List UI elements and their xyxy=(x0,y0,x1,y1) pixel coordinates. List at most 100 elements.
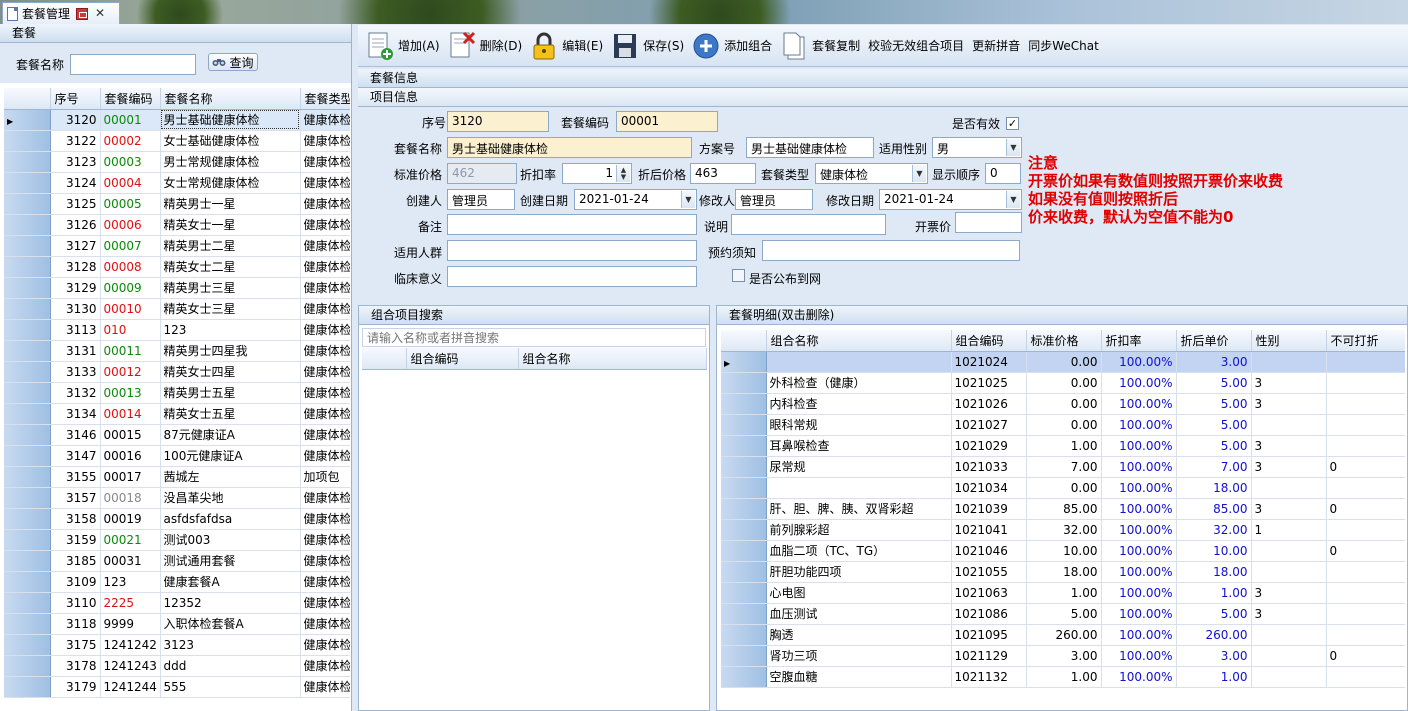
seq-cell[interactable]: 3133 xyxy=(50,361,101,383)
valid-checkbox[interactable]: ✓ xyxy=(1006,117,1019,130)
unit-price-cell[interactable]: 3.00 xyxy=(1176,351,1252,373)
sex-cell[interactable] xyxy=(1251,477,1327,499)
seq-cell[interactable]: 3155 xyxy=(50,466,101,488)
table-row[interactable]: 3129 00009 精英男士三星 健康体检 xyxy=(4,277,350,299)
booking-notice-field[interactable] xyxy=(762,240,1020,261)
row-indicator[interactable] xyxy=(721,561,767,583)
type-cell[interactable]: 健康体检 xyxy=(300,235,350,257)
row-indicator[interactable] xyxy=(721,645,767,667)
seq-cell[interactable]: 3110 xyxy=(50,592,101,614)
sex-cell[interactable] xyxy=(1251,624,1327,646)
table-row[interactable]: 3130 00010 精英女士三星 健康体检 xyxy=(4,298,350,320)
std-price-cell[interactable]: 1.00 xyxy=(1026,435,1102,457)
no-discount-cell[interactable] xyxy=(1326,393,1405,415)
name-cell[interactable]: 精英男士四星我 xyxy=(160,340,301,362)
combo-name-cell[interactable] xyxy=(766,477,952,499)
row-indicator[interactable] xyxy=(4,445,51,467)
sex-cell[interactable] xyxy=(1251,645,1327,667)
seq-cell[interactable]: 3175 xyxy=(50,634,101,656)
combo-code-cell[interactable]: 1021039 xyxy=(951,498,1027,520)
edit-button[interactable]: 编辑(E) xyxy=(530,28,603,64)
type-select[interactable]: 健康体检 ▼ xyxy=(815,163,928,184)
discount-rate-cell[interactable]: 100.00% xyxy=(1101,477,1177,499)
table-row[interactable]: 3118 9999 入职体检套餐A 健康体检 xyxy=(4,613,350,635)
seq-cell[interactable]: 3124 xyxy=(50,172,101,194)
row-indicator[interactable] xyxy=(4,634,51,656)
type-cell[interactable]: 健康体检 xyxy=(300,613,350,635)
column-header[interactable]: 套餐类型 xyxy=(300,88,350,110)
std-price-cell[interactable]: 18.00 xyxy=(1026,561,1102,583)
unit-price-cell[interactable]: 85.00 xyxy=(1176,498,1252,520)
row-indicator[interactable] xyxy=(721,624,767,646)
type-cell[interactable]: 健康体检 xyxy=(300,634,350,656)
table-row[interactable]: ▶ 3120 00001 男士基础健康体检 健康体检 xyxy=(4,109,350,131)
close-icon[interactable]: ✕ xyxy=(94,7,106,20)
unit-price-cell[interactable]: 1.00 xyxy=(1176,666,1252,688)
table-row[interactable]: 3133 00012 精英女士四星 健康体检 xyxy=(4,361,350,383)
unit-price-cell[interactable]: 7.00 xyxy=(1176,456,1252,478)
row-indicator[interactable] xyxy=(4,193,51,215)
sex-cell[interactable] xyxy=(1251,414,1327,436)
table-row[interactable]: 眼科常规 1021027 0.00 100.00% 5.00 xyxy=(721,414,1405,436)
code-cell[interactable]: 00012 xyxy=(100,361,161,383)
row-indicator[interactable] xyxy=(721,603,767,625)
code-cell[interactable]: 00003 xyxy=(100,151,161,173)
unit-price-cell[interactable]: 260.00 xyxy=(1176,624,1252,646)
combo-code-cell[interactable]: 1021063 xyxy=(951,582,1027,604)
table-row[interactable]: 胸透 1021095 260.00 100.00% 260.00 xyxy=(721,624,1405,646)
type-cell[interactable]: 健康体检 xyxy=(300,130,350,152)
column-header[interactable]: 套餐编码 xyxy=(100,88,161,110)
combo-code-cell[interactable]: 1021046 xyxy=(951,540,1027,562)
code-cell[interactable]: 00016 xyxy=(100,445,161,467)
seq-cell[interactable]: 3185 xyxy=(50,550,101,572)
chevron-down-icon[interactable]: ▼ xyxy=(681,191,695,208)
row-indicator[interactable] xyxy=(4,613,51,635)
row-indicator[interactable] xyxy=(721,435,767,457)
table-row[interactable]: 3122 00002 女士基础健康体检 健康体检 xyxy=(4,130,350,152)
std-price-cell[interactable]: 32.00 xyxy=(1026,519,1102,541)
clinical-field[interactable] xyxy=(447,266,697,287)
sex-cell[interactable]: 3 xyxy=(1251,393,1327,415)
row-indicator[interactable] xyxy=(4,361,51,383)
combo-name-cell[interactable]: 内科检查 xyxy=(766,393,952,415)
name-cell[interactable]: 女士基础健康体检 xyxy=(160,130,301,152)
code-cell[interactable]: 00005 xyxy=(100,193,161,215)
restore-icon[interactable] xyxy=(76,7,89,20)
unit-price-cell[interactable]: 1.00 xyxy=(1176,582,1252,604)
discount-rate-cell[interactable]: 100.00% xyxy=(1101,561,1177,583)
type-cell[interactable]: 加项包 xyxy=(300,466,350,488)
sex-cell[interactable] xyxy=(1251,561,1327,583)
seq-cell[interactable]: 3109 xyxy=(50,571,101,593)
table-row[interactable]: 3132 00013 精英男士五星 健康体检 xyxy=(4,382,350,404)
column-header[interactable]: 组合名称 xyxy=(518,348,707,370)
name-cell[interactable]: 精英男士五星 xyxy=(160,382,301,404)
chevron-down-icon[interactable]: ▼ xyxy=(1006,139,1020,156)
unit-price-cell[interactable]: 18.00 xyxy=(1176,561,1252,583)
table-row[interactable]: 心电图 1021063 1.00 100.00% 1.00 3 xyxy=(721,582,1405,604)
type-cell[interactable]: 健康体检 xyxy=(300,403,350,425)
combo-code-cell[interactable]: 1021027 xyxy=(951,414,1027,436)
code-cell[interactable]: 1241242 xyxy=(100,634,161,656)
table-row[interactable]: 3134 00014 精英女士五星 健康体检 xyxy=(4,403,350,425)
row-indicator[interactable] xyxy=(721,456,767,478)
copy-package-button[interactable]: 套餐复制 xyxy=(780,28,860,64)
std-price-cell[interactable]: 0.00 xyxy=(1026,414,1102,436)
table-row[interactable]: 尿常规 1021033 7.00 100.00% 7.00 3 0 xyxy=(721,456,1405,478)
table-row[interactable]: 3131 00011 精英男士四星我 健康体检 xyxy=(4,340,350,362)
type-cell[interactable]: 健康体检 xyxy=(300,424,350,446)
no-discount-cell[interactable] xyxy=(1326,351,1405,373)
table-row[interactable]: 3146 00015 87元健康证A 健康体检 xyxy=(4,424,350,446)
query-button[interactable]: 查询 xyxy=(208,53,258,71)
discount-rate-cell[interactable]: 100.00% xyxy=(1101,372,1177,394)
name-cell[interactable]: 精英男士一星 xyxy=(160,193,301,215)
std-price-cell[interactable]: 3.00 xyxy=(1026,645,1102,667)
code-cell[interactable]: 2225 xyxy=(100,592,161,614)
sex-cell[interactable] xyxy=(1251,666,1327,688)
discount-rate-cell[interactable]: 100.00% xyxy=(1101,414,1177,436)
seq-cell[interactable]: 3120 xyxy=(50,109,101,131)
row-indicator[interactable] xyxy=(4,235,51,257)
no-discount-cell[interactable]: 0 xyxy=(1326,456,1405,478)
seq-field[interactable]: 3120 xyxy=(447,111,549,132)
name-cell[interactable]: 男士基础健康体检 xyxy=(160,109,301,131)
table-row[interactable]: 肝、胆、脾、胰、双肾彩超 1021039 85.00 100.00% 85.00 3 0 xyxy=(721,498,1405,520)
